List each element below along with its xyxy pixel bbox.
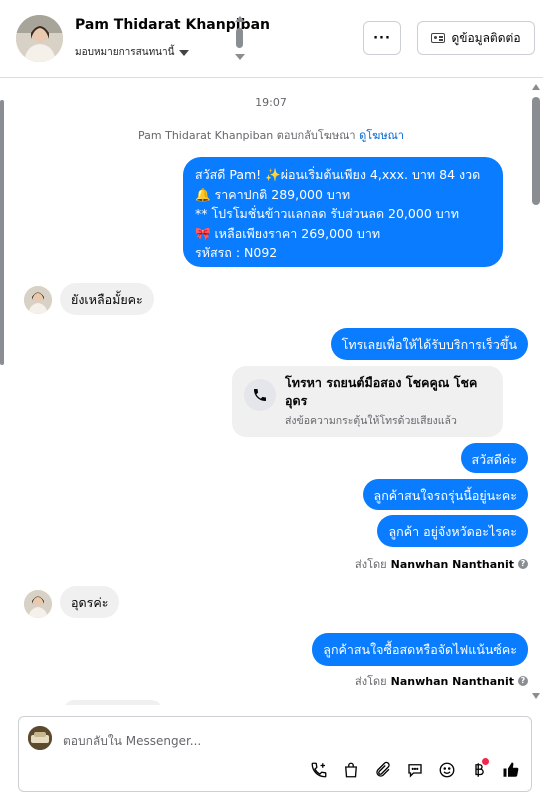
scroll-down-icon[interactable] (532, 693, 540, 699)
message-text: ลูกค้า อยู่จังหวัดอะไรคะ (388, 524, 517, 539)
message-composer (18, 716, 532, 792)
voice-call-card[interactable]: โทรหา รถยนต์มือสอง โชคคูณ โชค อุดร ส่งข้… (232, 366, 503, 437)
promo-line: 🎀 เหลือเพียงราคา 269,000 บาท (195, 225, 381, 241)
sent-by-name: Nanwhan Nanthanit (390, 557, 514, 571)
message-text: สวัสดีค่ะ (471, 452, 517, 467)
promo-line: สวัสดี Pam! ✨ผ่อนเริ่มต้นเพียง 4,xxx. บา… (195, 167, 481, 182)
promo-message-bubble: สวัสดี Pam! ✨ผ่อนเริ่มต้นเพียง 4,xxx. บา… (183, 157, 503, 267)
emoji-icon[interactable] (437, 760, 457, 780)
view-ad-link[interactable]: ดูโฆษณา (359, 129, 404, 142)
incoming-message-bubble: ยังเหลือมั้ยคะ (60, 283, 154, 315)
sent-by-prefix: ส่งโดย (355, 558, 387, 571)
outgoing-message-bubble: สวัสดีค่ะ (460, 443, 528, 473)
header-scrollbar-thumb[interactable] (236, 28, 243, 48)
message-timestamp: 19:07 (255, 96, 287, 109)
message-text: ลูกค้าสนใจซื้อสดหรือจัดไฟแน้นซ์คะ (323, 642, 517, 657)
outgoing-message-bubble: ลูกค้าสนใจซื้อสดหรือจัดไฟแน้นซ์คะ (312, 633, 528, 666)
sent-by-prefix: ส่งโดย (355, 675, 387, 688)
sent-by-label: ส่งโดย Nanwhan Nanthanit ? (355, 555, 528, 573)
sender-avatar (24, 286, 52, 314)
ad-reply-text: Pam Thidarat Khanpiban ตอบกลับโฆษณา (138, 129, 356, 142)
chevron-down-icon (179, 49, 190, 56)
more-icon: ··· (373, 30, 391, 46)
ad-reply-notice: Pam Thidarat Khanpiban ตอบกลับโฆษณา ดูโฆ… (8, 126, 528, 144)
message-text: ยังเหลือมั้ยคะ (71, 292, 143, 307)
outgoing-message-bubble: โทรเลยเพื่อให้ได้รับบริการเร็วขึ้น (330, 328, 528, 360)
incoming-message-bubble-partial (63, 700, 163, 705)
call-card-title: โทรหา รถยนต์มือสอง โชคคูณ โชค อุดร (285, 375, 478, 408)
help-icon[interactable]: ? (518, 559, 528, 569)
scroll-down-icon[interactable] (235, 54, 245, 60)
composer-toolbar (309, 758, 521, 780)
message-list-scrollbar-thumb[interactable] (532, 97, 540, 205)
more-options-button[interactable]: ··· (363, 21, 401, 55)
incoming-message-bubble: อุดรค่ะ (60, 586, 120, 618)
message-list-scrollbar[interactable] (529, 81, 543, 705)
page-avatar (28, 726, 52, 750)
header-scrollbar[interactable] (234, 16, 246, 62)
baht-icon[interactable] (469, 758, 489, 780)
message-text: ลูกค้าสนใจรถรุ่นนี้อยู่นะคะ (373, 488, 517, 503)
message-text: โทรเลยเพื่อให้ได้รับบริการเร็วขึ้น (341, 337, 517, 352)
phone-plus-icon[interactable] (309, 760, 329, 780)
call-card-subtitle: ส่งข้อความกระตุ้นให้โทรด้วยเสียงแล้ว (285, 415, 457, 427)
promo-line: ** โปรโมชั่นข้าวแลกลด รับส่วนลด 20,000 บ… (195, 206, 459, 221)
promo-line: รหัสรถ : N092 (195, 245, 278, 260)
shopping-bag-icon[interactable] (341, 760, 361, 780)
reply-input[interactable] (63, 731, 463, 751)
sent-by-name: Nanwhan Nanthanit (390, 674, 514, 688)
contact-avatar[interactable] (16, 15, 63, 62)
outgoing-message-bubble: ลูกค้าสนใจรถรุ่นนี้อยู่นะคะ (362, 479, 528, 510)
view-contact-info-button[interactable]: ดูข้อมูลติดต่อ (417, 21, 535, 55)
notification-dot (482, 758, 489, 765)
scroll-up-icon[interactable] (235, 16, 245, 22)
sent-by-label: ส่งโดย Nanwhan Nanthanit ? (355, 672, 528, 690)
sender-avatar (24, 590, 52, 618)
outgoing-message-bubble: ลูกค้า อยู่จังหวัดอะไรคะ (377, 515, 528, 547)
chat-bubble-icon[interactable] (405, 760, 425, 780)
left-scrollbar-thumb[interactable] (0, 100, 4, 365)
message-text: อุดรค่ะ (71, 595, 109, 610)
paperclip-icon[interactable] (373, 760, 393, 780)
id-card-icon (431, 33, 446, 43)
help-icon[interactable]: ? (518, 676, 528, 686)
thumbs-up-icon[interactable] (501, 760, 521, 780)
scroll-up-icon[interactable] (532, 84, 540, 90)
conversation-header: Pam Thidarat Khanpiban มอบหมายการสนทนานี… (0, 0, 543, 78)
view-contact-info-label: ดูข้อมูลติดต่อ (451, 30, 521, 45)
promo-line: 🔔 ราคาปกติ 289,000 บาท (195, 186, 351, 202)
assign-label: มอบหมายการสนทนานี้ (75, 47, 175, 58)
message-list: 19:07 Pam Thidarat Khanpiban ตอบกลับโฆษณ… (8, 79, 528, 705)
assign-conversation-dropdown[interactable]: มอบหมายการสนทนานี้ (75, 45, 190, 60)
phone-icon (244, 379, 276, 411)
